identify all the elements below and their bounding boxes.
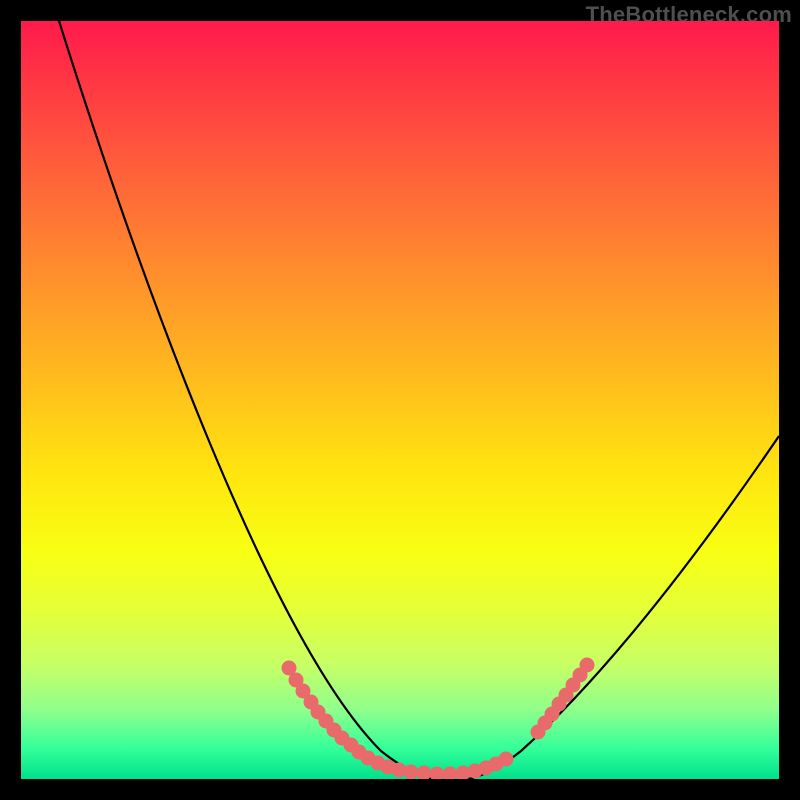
highlight-dots-group bbox=[282, 658, 595, 780]
curve-svg bbox=[21, 21, 779, 779]
highlight-dot bbox=[404, 765, 419, 780]
plot-area bbox=[21, 21, 779, 779]
bottleneck-curve-path bbox=[59, 21, 779, 779]
highlight-dot bbox=[430, 767, 445, 780]
highlight-dot bbox=[417, 766, 432, 780]
highlight-dot bbox=[580, 658, 595, 673]
highlight-dot bbox=[499, 752, 514, 767]
highlight-dot bbox=[443, 767, 458, 780]
chart-frame: TheBottleneck.com bbox=[0, 0, 800, 800]
